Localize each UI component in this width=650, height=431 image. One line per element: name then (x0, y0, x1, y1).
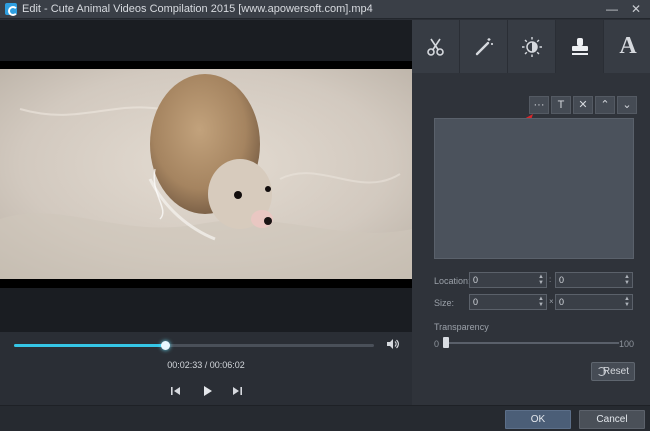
tab-adjust[interactable] (508, 20, 556, 73)
location-y-input[interactable]: 0 ▲ ▼ (555, 272, 633, 288)
size-height-value: 0 (559, 297, 565, 307)
watermark-toolbar: ··· T ✕ ⌃ ⌄ (529, 96, 637, 114)
transparency-max-label: 100 (619, 339, 635, 349)
stamp-icon (571, 37, 588, 55)
location-separator: : (549, 275, 552, 284)
time-display: 00:02:33 / 00:06:02 (167, 360, 245, 370)
edit-tabs: A (412, 20, 650, 73)
tab-watermark[interactable] (556, 20, 604, 73)
scissors-icon (426, 38, 444, 56)
size-width-input[interactable]: 0 ▲ ▼ (469, 294, 547, 310)
cancel-button[interactable]: Cancel (579, 410, 645, 429)
playback-controls: 00:02:33 / 00:06:02 (0, 332, 412, 405)
transparency-label: Transparency (434, 322, 489, 332)
location-label: Location: (434, 276, 471, 286)
reset-icon (597, 367, 606, 376)
text-icon: A (619, 33, 637, 59)
close-button[interactable]: ✕ (628, 1, 644, 17)
letterbox-bottom (0, 279, 412, 288)
seek-handle[interactable] (161, 341, 171, 350)
location-x-input[interactable]: 0 ▲ ▼ (469, 272, 547, 288)
hedgehog-video-image (0, 69, 412, 279)
add-text-watermark-button[interactable]: T (551, 96, 571, 114)
size-label: Size: (434, 298, 455, 308)
delete-watermark-button[interactable]: ✕ (573, 96, 593, 114)
tab-trim[interactable] (412, 20, 460, 73)
tab-effects[interactable] (460, 20, 508, 73)
transparency-handle[interactable] (443, 337, 449, 348)
minimize-button[interactable]: — (604, 1, 620, 17)
size-height-input[interactable]: 0 ▲ ▼ (555, 294, 633, 310)
move-up-button[interactable]: ⌃ (595, 96, 615, 114)
spinner-arrows-icon[interactable]: ▲ ▼ (538, 274, 544, 286)
spinner-arrows-icon[interactable]: ▲ ▼ (538, 296, 544, 308)
letterbox-top (0, 61, 412, 69)
brightness-icon (521, 36, 542, 57)
spinner-arrows-icon[interactable]: ▲ ▼ (624, 296, 630, 308)
transparency-slider[interactable] (447, 342, 619, 344)
video-area (0, 20, 412, 332)
location-x-value: 0 (473, 275, 479, 285)
magic-wand-icon (475, 37, 493, 55)
size-separator: × (549, 297, 554, 306)
size-width-value: 0 (473, 297, 479, 307)
window-title: Edit - Cute Animal Videos Compilation 20… (22, 3, 373, 15)
title-bar: Edit - Cute Animal Videos Compilation 20… (0, 0, 650, 19)
reset-label: Reset (602, 366, 629, 377)
app-icon (5, 3, 18, 16)
transport-buttons (168, 384, 246, 398)
reset-button[interactable]: Reset (591, 362, 635, 381)
seek-progress (14, 344, 166, 347)
video-panel: 00:02:33 / 00:06:02 (0, 20, 412, 405)
tab-text[interactable]: A (604, 20, 650, 73)
seek-bar[interactable] (14, 341, 374, 350)
previous-frame-icon[interactable] (168, 384, 184, 398)
next-frame-icon[interactable] (229, 384, 245, 398)
spinner-arrows-icon[interactable]: ▲ ▼ (624, 274, 630, 286)
video-frame (0, 69, 412, 279)
dialog-footer: OK Cancel (0, 405, 650, 431)
watermark-list[interactable] (434, 118, 634, 259)
volume-icon[interactable] (386, 337, 400, 351)
transparency-min-label: 0 (434, 339, 440, 349)
move-down-button[interactable]: ⌄ (617, 96, 637, 114)
play-icon[interactable] (199, 384, 215, 398)
edit-panel: A ··· T ✕ ⌃ ⌄ Location: 0 ▲ ▼ : 0 ▲ ▼ Size… (412, 20, 650, 405)
location-y-value: 0 (559, 275, 565, 285)
ok-button[interactable]: OK (505, 410, 571, 429)
